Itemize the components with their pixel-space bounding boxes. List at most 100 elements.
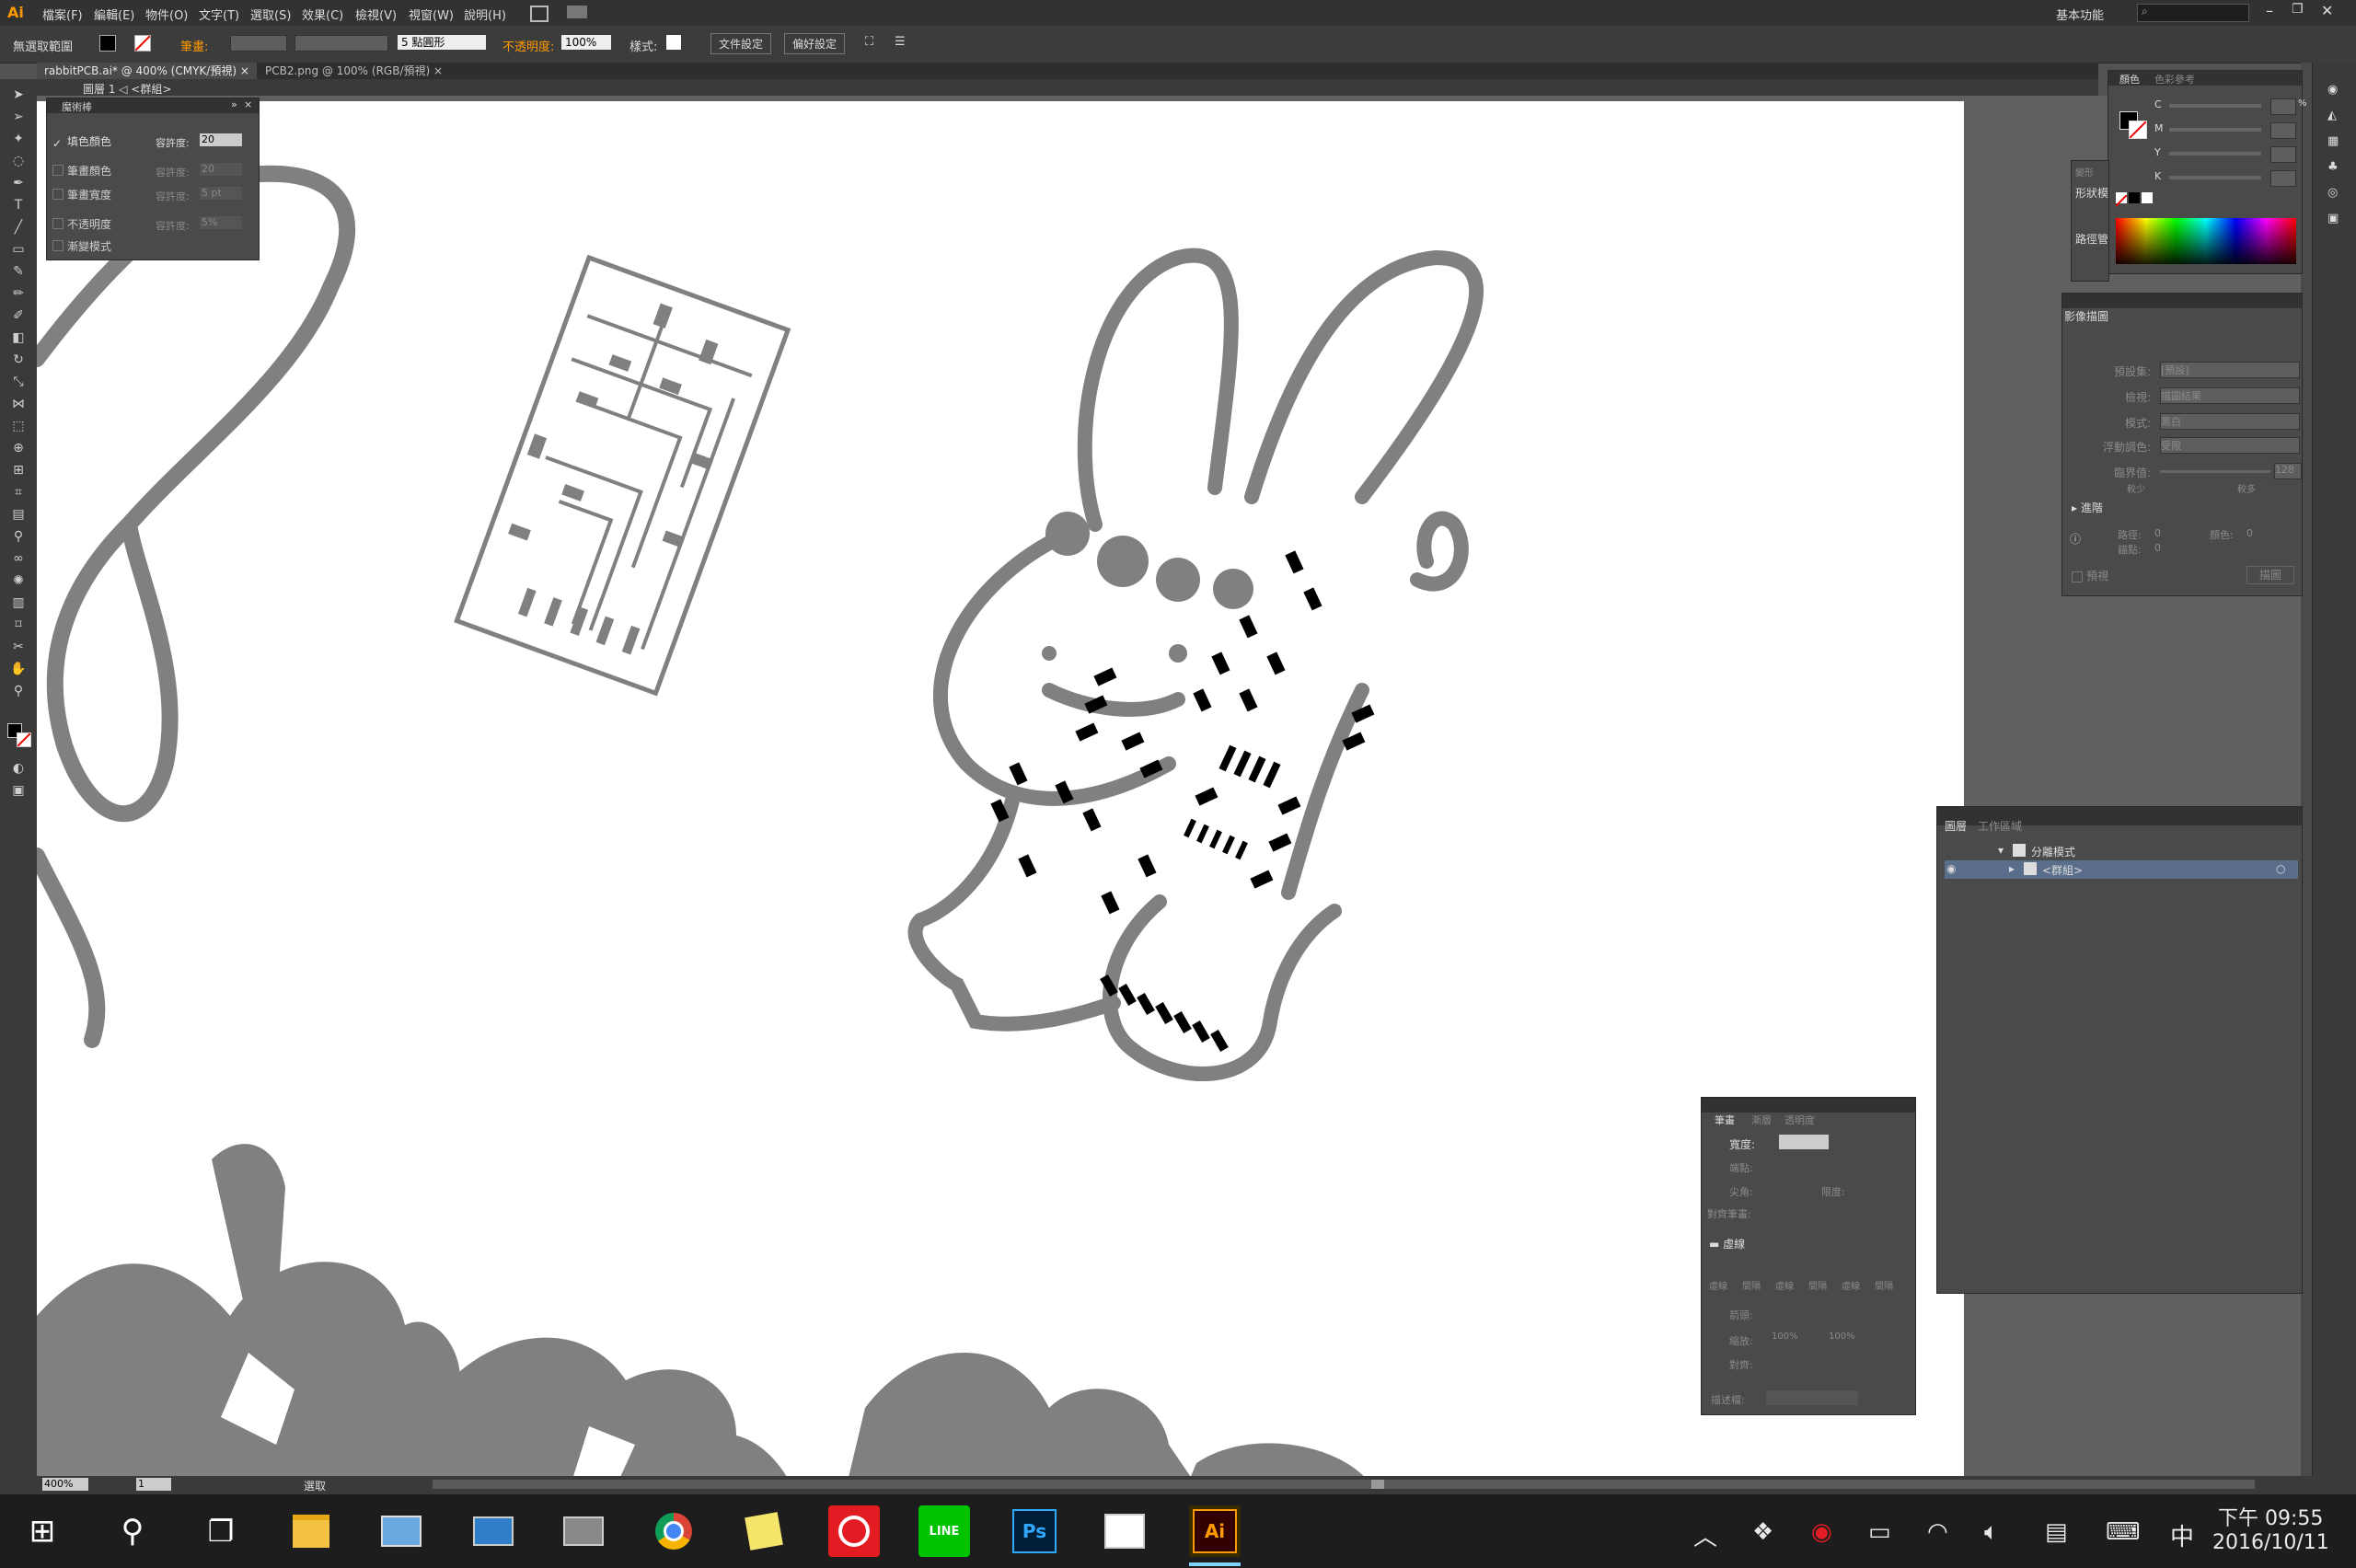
stroke-tolerance-field[interactable]: 20: [200, 163, 242, 176]
width-tool-icon[interactable]: ⋈: [8, 396, 29, 412]
file-explorer-icon[interactable]: [285, 1505, 337, 1557]
group-row[interactable]: ◉ ▸ <群組> ○: [1945, 860, 2298, 879]
symbols-icon[interactable]: ♣: [2327, 160, 2339, 174]
palette-select[interactable]: 受限: [2160, 437, 2300, 454]
magic-wand-tool-icon[interactable]: ✦: [8, 131, 29, 147]
app-red-icon[interactable]: [828, 1505, 880, 1557]
visibility-eye-icon[interactable]: ◉: [1946, 862, 1956, 875]
volume-icon[interactable]: 🔈︎: [1984, 1518, 1999, 1547]
free-transform-tool-icon[interactable]: ⬚: [8, 418, 29, 434]
mode-select[interactable]: 黑白: [2160, 413, 2300, 430]
paintbrush-tool-icon[interactable]: ✎: [8, 263, 29, 280]
scale-end-field[interactable]: 100%: [1829, 1332, 1855, 1342]
menu-object[interactable]: 物件(O): [145, 6, 188, 23]
close-panel-icon[interactable]: ×: [244, 98, 252, 110]
bridge-icon[interactable]: [530, 6, 549, 22]
fill-color-swatch[interactable]: [99, 35, 116, 52]
menu-select[interactable]: 選取(S): [250, 6, 291, 23]
menu-help[interactable]: 說明(H): [464, 6, 506, 23]
appearance-icon[interactable]: ◎: [2327, 186, 2338, 200]
tab-transparency[interactable]: 透明度: [1784, 1113, 1815, 1127]
horizontal-scrollbar[interactable]: [433, 1480, 2255, 1489]
brush-definition[interactable]: 5 點圓形: [398, 35, 486, 50]
stroke-swatch-icon[interactable]: [17, 732, 31, 747]
line-app-icon[interactable]: LINE: [918, 1505, 970, 1557]
view-select[interactable]: 描圖結果: [2160, 387, 2300, 404]
action-center-icon[interactable]: ▤: [2045, 1518, 2068, 1546]
preview-checkbox[interactable]: [2072, 571, 2083, 582]
white-swatch[interactable]: [2142, 192, 2153, 203]
align-icon[interactable]: ☰: [895, 35, 906, 49]
slice-tool-icon[interactable]: ✂: [8, 639, 29, 655]
symbol-sprayer-tool-icon[interactable]: ✺: [8, 572, 29, 589]
dashed-line-checkbox[interactable]: ▬ 虛線: [1709, 1236, 1745, 1251]
photoshop-icon[interactable]: Ps: [1009, 1505, 1060, 1557]
ime-indicator[interactable]: 中: [2170, 1518, 2194, 1552]
windows-start-icon[interactable]: ⊞: [17, 1505, 68, 1557]
preset-select[interactable]: [預設]: [2160, 362, 2300, 378]
battery-icon[interactable]: ▭: [1868, 1518, 1891, 1546]
checkbox-icon[interactable]: [52, 218, 64, 229]
tab-stroke[interactable]: 筆畫: [1715, 1113, 1735, 1127]
expand-arrow-icon[interactable]: ▸: [2009, 862, 2015, 875]
network-settings-icon[interactable]: [558, 1505, 609, 1557]
menu-edit[interactable]: 編輯(E): [94, 6, 134, 23]
trace-button[interactable]: 描圖: [2246, 566, 2294, 584]
menu-window[interactable]: 視窗(W): [409, 6, 454, 23]
artboard-tool-icon[interactable]: ⌑: [8, 617, 29, 633]
tab-color[interactable]: 顏色: [2119, 72, 2140, 86]
hand-tool-icon[interactable]: ✋: [8, 661, 29, 677]
keyboard-icon[interactable]: ⌨: [2106, 1518, 2141, 1546]
artboard-number-field[interactable]: 1: [136, 1478, 171, 1491]
checkbox-icon[interactable]: [52, 240, 64, 251]
illustrator-taskbar-icon[interactable]: Ai: [1189, 1505, 1241, 1557]
control-panel-icon[interactable]: [375, 1505, 427, 1557]
color-spectrum[interactable]: [2116, 218, 2296, 264]
show-hidden-icons-icon[interactable]: ︿: [1693, 1518, 1717, 1552]
transform-label[interactable]: 變形: [2075, 165, 2094, 179]
eyedropper-tool-icon[interactable]: ⚲: [8, 528, 29, 545]
chrome-icon[interactable]: [648, 1505, 699, 1557]
stroke-color-swatch[interactable]: [134, 35, 151, 52]
clock-time[interactable]: 下午 09:55: [2218, 1502, 2323, 1531]
preferences-button[interactable]: 偏好設定: [784, 33, 846, 54]
task-view-icon[interactable]: ❐: [195, 1505, 247, 1557]
expand-arrow-icon[interactable]: ▾: [1998, 844, 2004, 857]
scale-tool-icon[interactable]: ⤡: [8, 374, 29, 390]
cyan-slider[interactable]: [2169, 104, 2261, 108]
menu-file[interactable]: 檔案(F): [42, 6, 83, 23]
this-pc-icon[interactable]: [468, 1505, 519, 1557]
tab-artboards[interactable]: 工作區域: [1978, 818, 2022, 834]
shape-builder-tool-icon[interactable]: ⊕: [8, 440, 29, 456]
tab-gradient[interactable]: 漸層: [1751, 1113, 1772, 1127]
drawing-mode-icon[interactable]: ◐: [8, 760, 29, 777]
tab-layers[interactable]: 圖層: [1945, 818, 1967, 834]
stroke-swatch[interactable]: [2129, 121, 2147, 139]
wifi-icon[interactable]: ◠: [1927, 1518, 1948, 1546]
width-tolerance-field[interactable]: 5 pt: [200, 187, 242, 200]
workspace-switcher[interactable]: 基本功能: [2056, 6, 2104, 23]
document-setup-button[interactable]: 文件設定: [710, 33, 772, 54]
photos-icon[interactable]: [1099, 1505, 1150, 1557]
tab-rabbitpcb[interactable]: rabbitPCB.ai* @ 400% (CMYK/預視) ×: [37, 63, 257, 79]
search-icon[interactable]: ⚲: [107, 1505, 158, 1557]
close-window-icon[interactable]: ✕: [2321, 2, 2333, 19]
brushes-icon[interactable]: ◭: [2327, 109, 2337, 122]
dropbox-icon[interactable]: ❖: [1752, 1518, 1773, 1546]
layer-row[interactable]: ▾ 分離模式: [1945, 842, 2298, 860]
menu-effect[interactable]: 效果(C): [302, 6, 343, 23]
tab-pcb2[interactable]: PCB2.png @ 100% (RGB/預視) ×: [258, 63, 450, 79]
magenta-field[interactable]: [2270, 122, 2296, 139]
zoom-tool-icon[interactable]: ⚲: [8, 683, 29, 699]
profile-select[interactable]: [1766, 1390, 1858, 1405]
checkbox-checked-icon[interactable]: ✓: [52, 137, 62, 150]
opacity-label[interactable]: 不透明度:: [502, 37, 554, 54]
pencil-tool-icon[interactable]: ✏: [8, 285, 29, 302]
opacity-field[interactable]: 100%: [561, 35, 611, 50]
direct-selection-tool-icon[interactable]: ➢: [8, 109, 29, 125]
rectangle-tool-icon[interactable]: ▭: [8, 241, 29, 258]
collapse-icon[interactable]: »: [231, 98, 237, 110]
fill-tolerance-field[interactable]: 20: [200, 133, 242, 146]
shape-modes-label[interactable]: 形狀模: [2075, 185, 2108, 201]
line-tool-icon[interactable]: ╱: [8, 219, 29, 236]
